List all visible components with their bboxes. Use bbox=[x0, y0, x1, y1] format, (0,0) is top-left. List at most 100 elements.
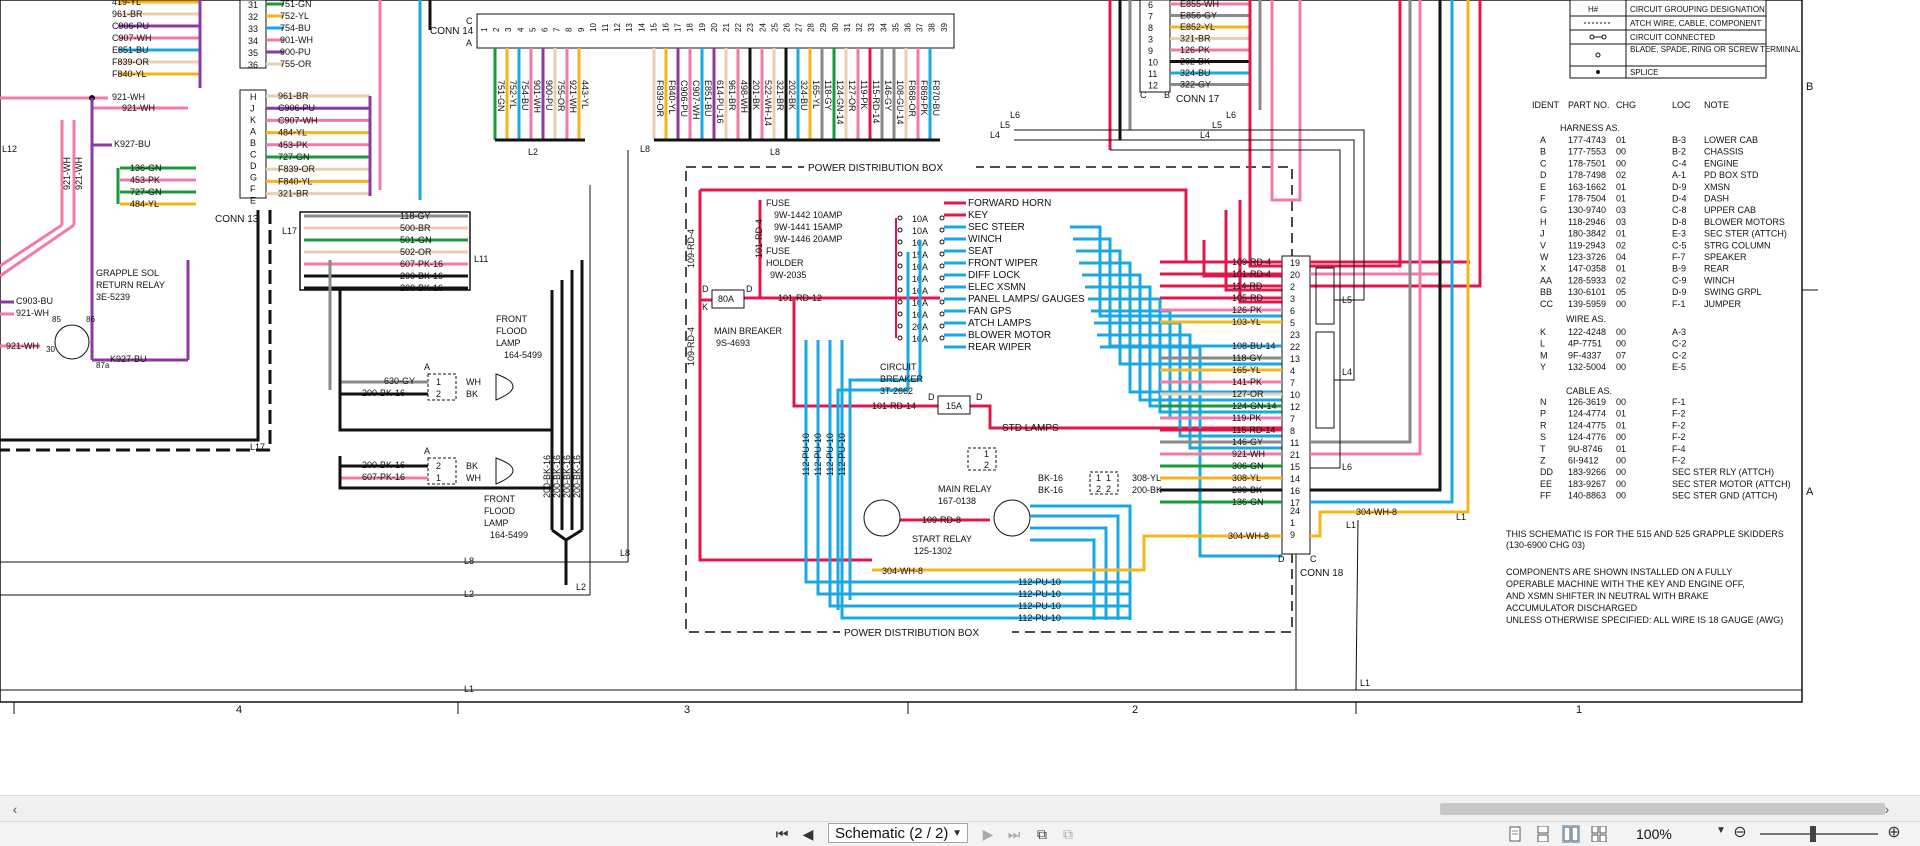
harness-label-l2: L2 bbox=[576, 582, 586, 592]
table-cell: 177-7553 bbox=[1568, 147, 1606, 157]
start-relay-label: 125-1302 bbox=[914, 546, 952, 556]
wire-label: 921-WH bbox=[112, 92, 145, 102]
wire-label: F840-YL bbox=[278, 176, 313, 186]
pin-number: 17 bbox=[674, 23, 683, 32]
zoom-out-icon[interactable]: ⊖ bbox=[1730, 823, 1750, 843]
lamp-label: FLOOD bbox=[496, 326, 528, 336]
wire-label: E852-YL bbox=[1180, 22, 1215, 32]
facing-pages-view-icon[interactable] bbox=[1562, 825, 1580, 843]
single-page-view-icon[interactable] bbox=[1506, 825, 1524, 843]
table-cell: 124-4776 bbox=[1568, 432, 1606, 442]
pin-number: 11 bbox=[1148, 69, 1157, 79]
wire-label: F839-OR bbox=[278, 164, 316, 174]
wire-label: 484-YL bbox=[278, 128, 307, 138]
table-cell: SEC STER RLY (ATTCH) bbox=[1672, 467, 1774, 477]
next-view-icon[interactable]: ⧉ bbox=[1058, 824, 1078, 844]
last-page-button[interactable]: ⏭ bbox=[1004, 824, 1024, 844]
wire-label: F840-YL bbox=[667, 80, 677, 115]
table-cell: F bbox=[1540, 194, 1546, 204]
lamp-pin: WH bbox=[466, 377, 481, 387]
pin-number: 23 bbox=[1290, 330, 1300, 340]
pin-number: 7 bbox=[1148, 12, 1153, 22]
table-cell: EE bbox=[1540, 479, 1552, 489]
harness-label-l6: L6 bbox=[1010, 110, 1020, 120]
table-cell: F-2 bbox=[1672, 420, 1686, 430]
wire-label: 119-PK bbox=[859, 80, 869, 109]
horizontal-scrollbar[interactable]: ‹ › bbox=[0, 795, 1920, 822]
wire-label: C906-PU bbox=[112, 21, 149, 31]
continuous-page-view-icon[interactable] bbox=[1534, 825, 1552, 843]
zoom-in-icon[interactable]: ⊕ bbox=[1884, 823, 1904, 843]
main-breaker-label: MAIN BREAKER bbox=[714, 326, 783, 336]
relay-pin: 87a bbox=[96, 361, 110, 370]
zoom-slider[interactable] bbox=[1760, 826, 1878, 842]
table-cell: E bbox=[1540, 182, 1546, 192]
pin-number: 20 bbox=[710, 23, 719, 32]
pin-number: 25 bbox=[770, 23, 779, 32]
table-cell: D-9 bbox=[1672, 182, 1687, 192]
svg-text:D: D bbox=[702, 284, 709, 294]
table-header: PART NO. bbox=[1568, 100, 1610, 110]
table-cell: V bbox=[1540, 240, 1546, 250]
zoom-slider-handle[interactable] bbox=[1810, 826, 1816, 842]
wire-label: 630-GY bbox=[384, 376, 415, 386]
grapple-relay-label: GRAPPLE SOL bbox=[96, 268, 159, 278]
grapple-relay-label: 3E-5239 bbox=[96, 292, 130, 302]
circuit-label: DIFF LOCK bbox=[968, 270, 1021, 281]
circuit-label: SEC STEER bbox=[968, 222, 1025, 233]
scroll-left-arrow[interactable]: ‹ bbox=[4, 796, 26, 822]
table-cell: SWING GRPL bbox=[1704, 287, 1762, 297]
wire-label: 141-PK bbox=[1232, 377, 1262, 387]
wire-label: 115-RD-14 bbox=[871, 80, 881, 123]
wire-label: 522-WH-14 bbox=[763, 80, 773, 126]
wire-label: 112-PU-10 bbox=[1018, 601, 1061, 611]
table-cell: D-9 bbox=[1672, 287, 1687, 297]
table-cell: C-8 bbox=[1672, 205, 1687, 215]
wire-label: 136-GN bbox=[130, 163, 162, 173]
pin-number: 12 bbox=[1148, 81, 1158, 91]
wire-label: F839-OR bbox=[112, 57, 150, 67]
wire-label: 105-RD bbox=[1232, 293, 1264, 303]
continuous-facing-view-icon[interactable] bbox=[1590, 825, 1608, 843]
wire-label: 118-GY bbox=[1232, 353, 1262, 363]
svg-text:D: D bbox=[1278, 554, 1285, 564]
schematic-note: OPERABLE MACHINE WITH THE KEY AND ENGINE… bbox=[1506, 579, 1745, 589]
document-viewport[interactable]: B A 4 3 2 1 419-YL 961-BR C906-PU C907-WH E8… bbox=[0, 0, 1894, 795]
table-cell: B-2 bbox=[1672, 147, 1686, 157]
scroll-right-arrow[interactable]: › bbox=[1876, 796, 1898, 822]
fuse-label: 9W-1441 15AMP bbox=[774, 222, 842, 232]
circuit-label: REAR WIPER bbox=[968, 342, 1031, 353]
pin-number: 12 bbox=[613, 23, 622, 32]
table-cell: 02 bbox=[1616, 275, 1626, 285]
zoom-level[interactable]: 100% bbox=[1636, 824, 1672, 844]
table-cell: 126-3619 bbox=[1568, 397, 1606, 407]
lamp-icon bbox=[495, 373, 514, 401]
wire-label: 901-WH bbox=[532, 80, 542, 113]
wire-label: 752-YL bbox=[280, 11, 309, 21]
table-cell: BB bbox=[1540, 287, 1552, 297]
pin-number: 10 bbox=[589, 23, 598, 32]
pin-number: D bbox=[250, 161, 257, 171]
horizontal-scroll-thumb[interactable] bbox=[1440, 803, 1885, 815]
page-select[interactable]: Schematic (2 / 2) ▼ bbox=[828, 823, 968, 843]
previous-page-button[interactable]: ◀ bbox=[798, 824, 818, 844]
wire-label: C903-BU bbox=[16, 296, 53, 306]
previous-view-icon[interactable]: ⧉ bbox=[1032, 824, 1052, 844]
pin-number: 16 bbox=[662, 23, 671, 32]
pin-number: 12 bbox=[1290, 402, 1300, 412]
zoom-dropdown-icon[interactable]: ▼ bbox=[1716, 825, 1726, 836]
wire-label: 901-WH bbox=[280, 35, 313, 45]
table-cell: 163-1662 bbox=[1568, 182, 1606, 192]
table-cell: X bbox=[1540, 264, 1546, 274]
next-page-button[interactable]: ▶ bbox=[978, 824, 998, 844]
svg-text:K: K bbox=[702, 302, 708, 312]
wire-label: 108-GU-14 bbox=[895, 80, 905, 125]
wire-label: 124-GN-14 bbox=[835, 80, 845, 125]
wire-label: 109-RD-4 bbox=[1232, 257, 1271, 267]
wire-label: 751-GN bbox=[280, 0, 312, 9]
border-col-number: 3 bbox=[684, 704, 690, 716]
table-cell: 118-2946 bbox=[1568, 217, 1605, 227]
cb-label: CIRCUIT bbox=[880, 362, 917, 372]
first-page-button[interactable]: ⏮ bbox=[772, 824, 792, 844]
table-cell: 4P-7751 bbox=[1568, 339, 1602, 349]
